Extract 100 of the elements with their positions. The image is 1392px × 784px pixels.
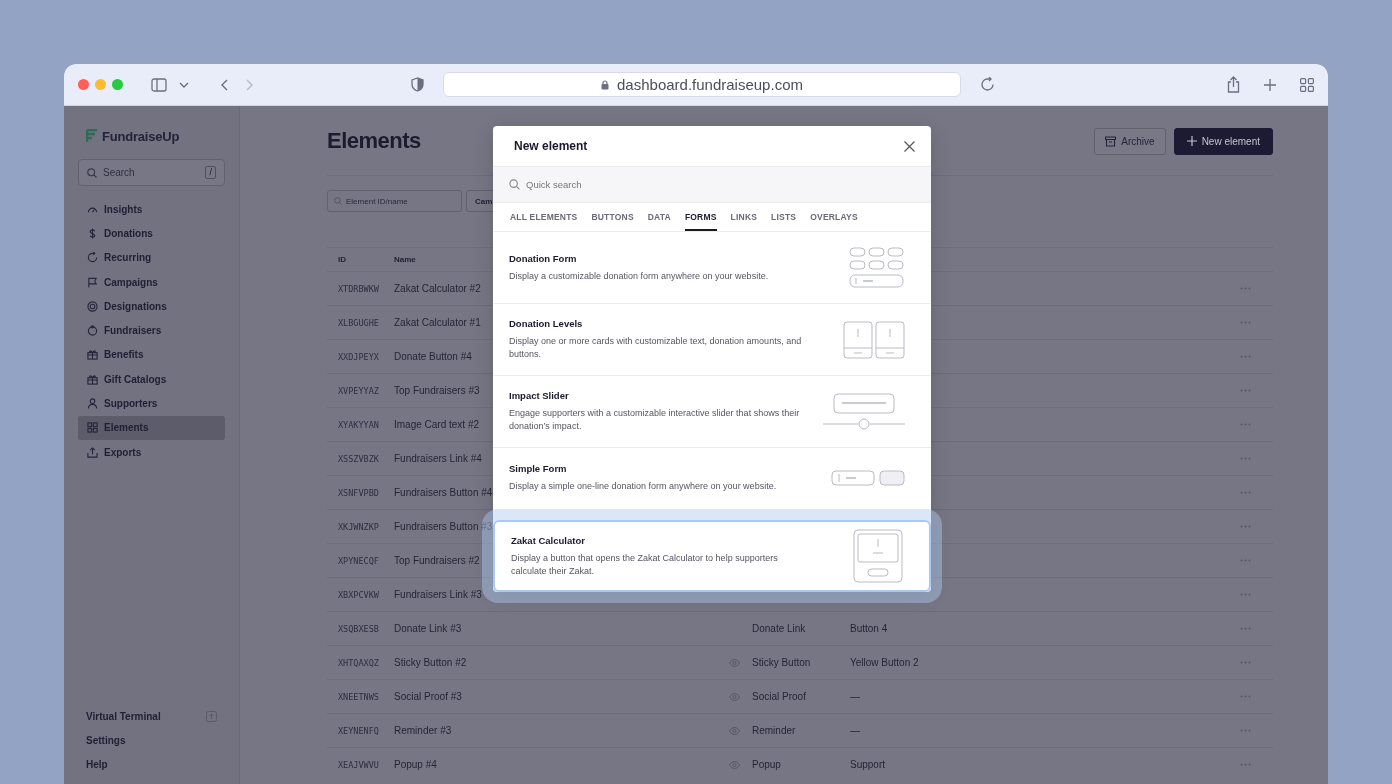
table-cell: XEAJVWVU	[338, 759, 379, 770]
refresh-icon	[87, 252, 98, 264]
table-cell: Sticky Button #2	[394, 657, 467, 668]
table-cell: XTDRBWKW	[338, 283, 379, 294]
option-description: Engage supporters with a customizable interactive slider that shows their donation’s impact.	[509, 407, 801, 433]
nav-item[interactable]: Help	[78, 752, 225, 777]
dialog-title: New element	[514, 139, 588, 153]
table-cell: Reminder	[752, 725, 796, 736]
tab[interactable]: ALL ELEMENTS	[510, 203, 578, 231]
tab[interactable]: LINKS	[730, 203, 758, 231]
table-cell: Popup #4	[394, 759, 437, 770]
table-cell: XYAKYYAN	[338, 419, 379, 430]
reload-icon[interactable]	[980, 77, 995, 92]
table-cell: Sticky Button	[752, 657, 811, 668]
nav-item[interactable]: Recurring	[78, 245, 225, 270]
table-cell: XSSZVBZK	[338, 453, 379, 464]
chevron-down-icon[interactable]	[179, 81, 189, 88]
table-cell: Social Proof #3	[394, 691, 462, 702]
table-cell: —	[850, 691, 860, 702]
nav-item[interactable]: Campaigns	[78, 269, 225, 295]
sidebar-toggle-icon[interactable]	[151, 77, 167, 92]
element-option[interactable]: Donation Levels Display one or more cards with customizable text, donation amounts, and buttons.	[493, 304, 931, 376]
table-cell: Donate Button #4	[394, 351, 472, 362]
person-icon	[87, 398, 98, 409]
upload-icon	[87, 446, 98, 458]
nav-item[interactable]: Fundraisers	[78, 318, 225, 343]
table-cell: Social Proof	[752, 691, 806, 702]
table-cell: Top Fundraisers #3	[394, 385, 480, 396]
option-description: Display a customizable donation form anywhere on your website.	[509, 269, 770, 283]
search-input[interactable]: Element ID/name	[346, 196, 455, 206]
option-title: Donation Levels	[509, 318, 584, 329]
minimize-window-icon[interactable]	[95, 79, 106, 90]
dollar-icon	[87, 227, 98, 239]
gift-icon	[87, 373, 98, 385]
share-icon[interactable]	[1227, 76, 1240, 93]
table-cell: Popup	[752, 759, 781, 770]
nav-item[interactable]: Gift Catalogs	[78, 367, 225, 392]
tab[interactable]: LISTS	[771, 203, 797, 231]
table-cell: XHTQAXQZ	[338, 657, 379, 668]
table-cell: XPYNECQF	[338, 555, 379, 566]
search-field[interactable]: Element ID/name	[327, 190, 462, 212]
nav-item[interactable]: Exports	[78, 439, 225, 465]
table-cell: Donate Link	[752, 623, 806, 634]
nav-item[interactable]: Settings	[78, 728, 225, 753]
table-cell: XVPEYYAZ	[338, 385, 379, 396]
table-cell: XSQBXESB	[338, 623, 379, 634]
eye-icon[interactable]	[729, 658, 740, 667]
donation-levels-drawing	[843, 320, 905, 359]
option-title: Impact Slider	[509, 390, 570, 401]
grid-icon	[87, 422, 98, 434]
table-cell: XKJWNZKP	[338, 521, 379, 532]
flag-icon	[87, 276, 98, 288]
tab[interactable]: FORMS	[684, 203, 717, 231]
element-option[interactable]: Impact Slider Engage supporters with a customizable interactive slider that shows their donation’s impact.	[493, 376, 931, 448]
table-cell: Zakat Calculator #1	[394, 317, 481, 328]
nav-item[interactable]: Donations	[78, 221, 225, 246]
user-circle-icon	[87, 325, 98, 337]
nav-item[interactable]: Elements	[78, 415, 225, 440]
table-cell: Button 4	[850, 623, 888, 634]
tab[interactable]: DATA	[647, 203, 671, 231]
tab[interactable]: BUTTONS	[591, 203, 634, 231]
maximize-window-icon[interactable]	[112, 79, 123, 90]
table-cell: XXDJPEYX	[338, 351, 379, 362]
nav-item[interactable]: Insights	[78, 197, 225, 222]
column-header: ID	[338, 255, 346, 264]
table-cell: Yellow Button 2	[850, 657, 919, 668]
archive-box-icon	[1105, 135, 1117, 147]
nav-item[interactable]: Designations	[78, 294, 225, 319]
nav-item[interactable]: Supporters	[78, 391, 225, 416]
new-element-button[interactable]: New element	[1173, 127, 1273, 155]
option-title: Zakat Calculator	[511, 534, 586, 546]
eye-icon[interactable]	[729, 692, 740, 701]
zakat-calculator-drawing	[853, 529, 903, 583]
close-icon[interactable]	[904, 140, 915, 152]
back-icon[interactable]	[221, 78, 228, 91]
forward-icon[interactable]	[246, 78, 253, 91]
table-cell: Donate Link #3	[394, 623, 462, 634]
table-cell: Top Fundraisers #2	[394, 555, 480, 566]
search-field[interactable]: Search /	[78, 159, 225, 186]
search-input[interactable]: Quick search	[526, 179, 915, 190]
nav-item[interactable]: Benefits	[78, 342, 225, 368]
close-window-icon[interactable]	[78, 79, 89, 90]
plus-icon[interactable]	[1264, 78, 1276, 91]
search-input[interactable]: Search	[103, 167, 200, 178]
tab-grid-icon[interactable]	[1300, 77, 1314, 92]
shield-icon[interactable]	[411, 77, 424, 92]
nav-item[interactable]: Virtual Terminal	[78, 704, 225, 729]
archive-button[interactable]: Archive	[1094, 127, 1166, 155]
table-cell: XSNFVPBD	[338, 487, 379, 498]
element-option[interactable]: Simple Form Display a simple one-line donation form anywhere on your website.	[493, 448, 931, 508]
tab[interactable]: OVERLAYS	[810, 203, 858, 231]
target-icon	[87, 300, 98, 312]
table-cell: Fundraisers Button #4	[394, 487, 493, 498]
table-cell: XLBGUGHE	[338, 317, 379, 328]
search-icon	[87, 167, 97, 178]
address-bar[interactable]: dashboard.fundraiseup.com	[443, 72, 961, 97]
eye-icon[interactable]	[729, 760, 740, 769]
eye-icon[interactable]	[729, 726, 740, 735]
element-option[interactable]: Donation Form Display a customizable donation form anywhere on your website.	[493, 232, 931, 304]
table-cell: XEYNENFQ	[338, 725, 379, 736]
